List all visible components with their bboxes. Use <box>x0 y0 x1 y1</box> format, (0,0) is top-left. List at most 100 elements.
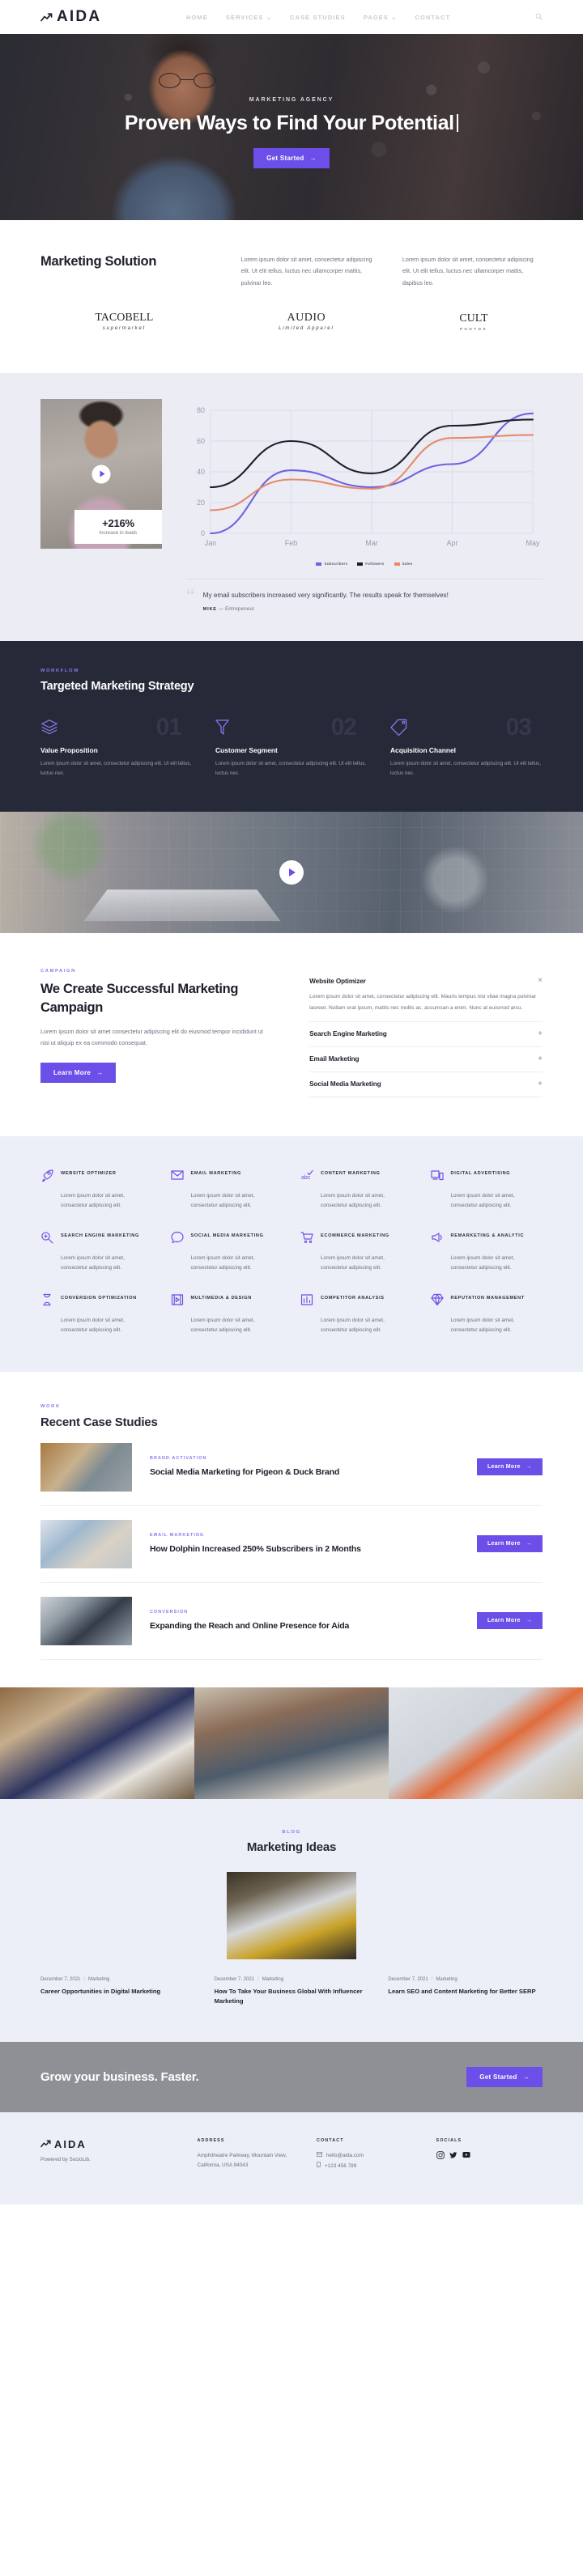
service-title: SEARCH ENGINE MARKETING <box>61 1233 139 1238</box>
trend-arrow-icon <box>40 12 53 22</box>
service-text: Lorem ipsum dolor sit amet, consectetur … <box>190 1254 255 1271</box>
service-text: Lorem ipsum dolor sit amet, consectetur … <box>190 1317 255 1334</box>
service-card-digital-advertising[interactable]: DIGITAL ADVERTISING Lorem ipsum dolor sit… <box>430 1169 543 1212</box>
service-card-reputation-management[interactable]: REPUTATION MANAGEMENT Lorem ipsum dolor s… <box>430 1293 543 1336</box>
case-category: CONVERSION <box>150 1609 189 1615</box>
case-title: Expanding the Reach and Online Presence … <box>150 1620 350 1631</box>
case-thumbnail <box>40 1519 132 1568</box>
plus-icon[interactable]: + <box>538 1055 543 1063</box>
blog-post-card[interactable]: December 7, 2021/Marketing Learn SEO and… <box>388 1977 543 2006</box>
cart-icon <box>300 1231 313 1248</box>
case-learn-more-button[interactable]: Learn More → <box>476 1535 543 1553</box>
svg-text:Mar: Mar <box>365 539 378 547</box>
blog-title: Marketing Ideas <box>246 1840 337 1854</box>
cta-banner: Grow your business. Faster. Get Started → <box>0 2041 583 2112</box>
accordion-title: Social Media Marketing <box>309 1080 381 1089</box>
legend-swatch <box>316 562 322 566</box>
footer-phone[interactable]: +123 456 789 <box>317 2161 423 2172</box>
play-icon[interactable] <box>91 465 111 484</box>
service-card-ecommerce-marketing[interactable]: ECOMMERCE MARKETING Lorem ipsum dolor sit… <box>300 1231 413 1274</box>
accordion-item-social-media-marketing[interactable]: Social Media Marketing + <box>309 1072 543 1097</box>
svg-text:Apr: Apr <box>446 539 457 547</box>
svg-text:Feb: Feb <box>285 539 298 547</box>
magnifier-icon <box>40 1231 53 1248</box>
legend-swatch <box>357 562 364 566</box>
main-nav: HOME SERVICES ⌄ CASE STUDIES PAGES ⌄ CON… <box>186 14 450 21</box>
marketing-solution-section: Marketing Solution Lorem ipsum dolor sit… <box>0 220 583 374</box>
strip-image-3 <box>389 1687 583 1799</box>
service-card-search-engine-marketing[interactable]: SEARCH ENGINE MARKETING Lorem ipsum dolor… <box>40 1231 153 1274</box>
footer-email[interactable]: hello@aida.com <box>317 2151 423 2162</box>
rocket-icon <box>40 1169 53 1186</box>
accordion-item-email-marketing[interactable]: Email Marketing + <box>309 1047 543 1072</box>
svg-text:Jan: Jan <box>205 539 217 547</box>
workflow-section: WORKFLOW Targeted Marketing Strategy 01 … <box>0 641 583 813</box>
case-study-row[interactable]: BRAND ACTIVATION Social Media Marketing … <box>40 1429 543 1506</box>
blog-post-card[interactable]: December 7, 2021/Marketing How To Take Y… <box>215 1977 369 2006</box>
instagram-icon[interactable] <box>436 2151 445 2159</box>
solution-paragraph-1: Lorem ipsum dolor sit amet, consectetur … <box>240 256 372 286</box>
service-title: REPUTATION MANAGEMENT <box>450 1295 525 1301</box>
case-learn-more-button[interactable]: Learn More → <box>476 1612 543 1630</box>
service-card-email-marketing[interactable]: EMAIL MARKETING Lorem ipsum dolor sit ame… <box>170 1169 283 1212</box>
trend-arrow-icon <box>40 2138 51 2150</box>
nav-item-home[interactable]: HOME <box>186 14 208 21</box>
tag-icon <box>390 719 543 736</box>
accordion-item-search-engine-marketing[interactable]: Search Engine Marketing + <box>309 1022 543 1047</box>
campaign-section: CAMPAIGN We Create Successful Marketing … <box>0 933 583 1136</box>
site-header: AIDA HOME SERVICES ⌄ CASE STUDIES PAGES … <box>0 0 583 34</box>
brand-logo[interactable]: AIDA <box>40 8 101 26</box>
case-study-row[interactable]: CONVERSION Expanding the Reach and Onlin… <box>40 1583 543 1660</box>
promo-video-banner[interactable] <box>0 812 583 934</box>
service-text: Lorem ipsum dolor sit amet, consectetur … <box>190 1192 255 1209</box>
footer-brand[interactable]: AIDA <box>40 2138 185 2150</box>
legend-item: Subscribers <box>316 562 347 566</box>
service-card-conversion-optimization[interactable]: CONVERSION OPTIMIZATION Lorem ipsum dolor… <box>40 1293 153 1336</box>
svg-text:0: 0 <box>201 529 205 537</box>
growth-chart: 0 20 40 60 80 Jan Feb Mar Apr May Subscribers Fol… <box>186 399 543 612</box>
testimonial-video[interactable]: +216% increase in leads <box>40 399 162 550</box>
plus-icon[interactable]: + <box>538 1080 543 1089</box>
svg-text:May: May <box>526 539 540 547</box>
campaign-text: Lorem ipsum dolor sit amet consectetur a… <box>40 1027 263 1047</box>
accordion-title: Email Marketing <box>309 1055 360 1063</box>
play-icon[interactable] <box>279 860 304 885</box>
service-card-multimedia-design[interactable]: MULTIMEDIA & DESIGN Lorem ipsum dolor sit… <box>171 1293 283 1336</box>
cta-get-started-button[interactable]: Get Started → <box>466 2066 543 2087</box>
layers-icon <box>40 719 193 736</box>
nav-item-services[interactable]: SERVICES ⌄ <box>226 14 272 21</box>
workflow-title: Targeted Marketing Strategy <box>40 680 194 694</box>
blog-eyebrow: BLOG <box>282 1829 301 1835</box>
case-learn-more-button[interactable]: Learn More → <box>476 1458 543 1476</box>
workflow-item-title: Value Proposition <box>40 746 98 755</box>
hero-get-started-button[interactable]: Get Started → <box>253 148 330 168</box>
hero-eyebrow: MARKETING AGENCY <box>249 97 334 103</box>
blog-post-meta: December 7, 2021/Marketing <box>388 1976 457 1982</box>
services-section: WEBSITE OPTIMIZER Lorem ipsum dolor sit a… <box>0 1135 583 1372</box>
twitter-icon[interactable] <box>449 2151 457 2159</box>
nav-item-pages[interactable]: PAGES ⌄ <box>364 14 398 21</box>
case-study-row[interactable]: EMAIL MARKETING How Dolphin Increased 25… <box>40 1506 543 1583</box>
nav-item-contact[interactable]: CONTACT <box>415 14 450 21</box>
svg-text:60: 60 <box>197 437 205 445</box>
plus-icon[interactable]: + <box>538 1029 543 1038</box>
case-studies-section: WORK Recent Case Studies BRAND ACTIVATIO… <box>0 1371 583 1687</box>
service-card-remarketing-analytic[interactable]: REMARKETING & ANALYTIC Lorem ipsum dolor … <box>431 1231 543 1274</box>
client-logos: TACOBELL supermarket AUDIO Limited Appar… <box>0 289 583 359</box>
results-section: +216% increase in leads 0 20 40 60 80 Jan Feb… <box>0 373 583 642</box>
service-card-content-marketing[interactable]: abc CONTENT MARKETING Lorem ipsum dolor si… <box>300 1169 413 1212</box>
megaphone-icon <box>431 1231 444 1248</box>
search-icon[interactable] <box>535 13 543 22</box>
youtube-icon[interactable] <box>462 2151 470 2159</box>
legend-swatch <box>394 562 400 566</box>
legend-item: Followers <box>357 562 384 566</box>
service-card-competitor-analysis[interactable]: COMPETITOR ANALYSIS Lorem ipsum dolor sit… <box>300 1293 413 1336</box>
service-card-website-optimizer[interactable]: WEBSITE OPTIMIZER Lorem ipsum dolor sit a… <box>40 1169 153 1212</box>
nav-item-case-studies[interactable]: CASE STUDIES <box>290 14 346 21</box>
service-card-social-media-marketing[interactable]: SOCIAL MEDIA MARKETING Lorem ipsum dolor … <box>170 1231 283 1274</box>
campaign-learn-more-button[interactable]: Learn More → <box>40 1062 117 1083</box>
close-icon[interactable]: × <box>538 977 543 985</box>
accordion-item-website-optimizer[interactable]: Website Optimizer × Lorem ipsum dolor si… <box>309 969 543 1022</box>
blog-post-card[interactable]: December 7, 2021/Marketing Career Opport… <box>40 1977 195 2006</box>
workflow-item-text: Lorem ipsum dolor sit amet, consectetur … <box>390 761 542 776</box>
